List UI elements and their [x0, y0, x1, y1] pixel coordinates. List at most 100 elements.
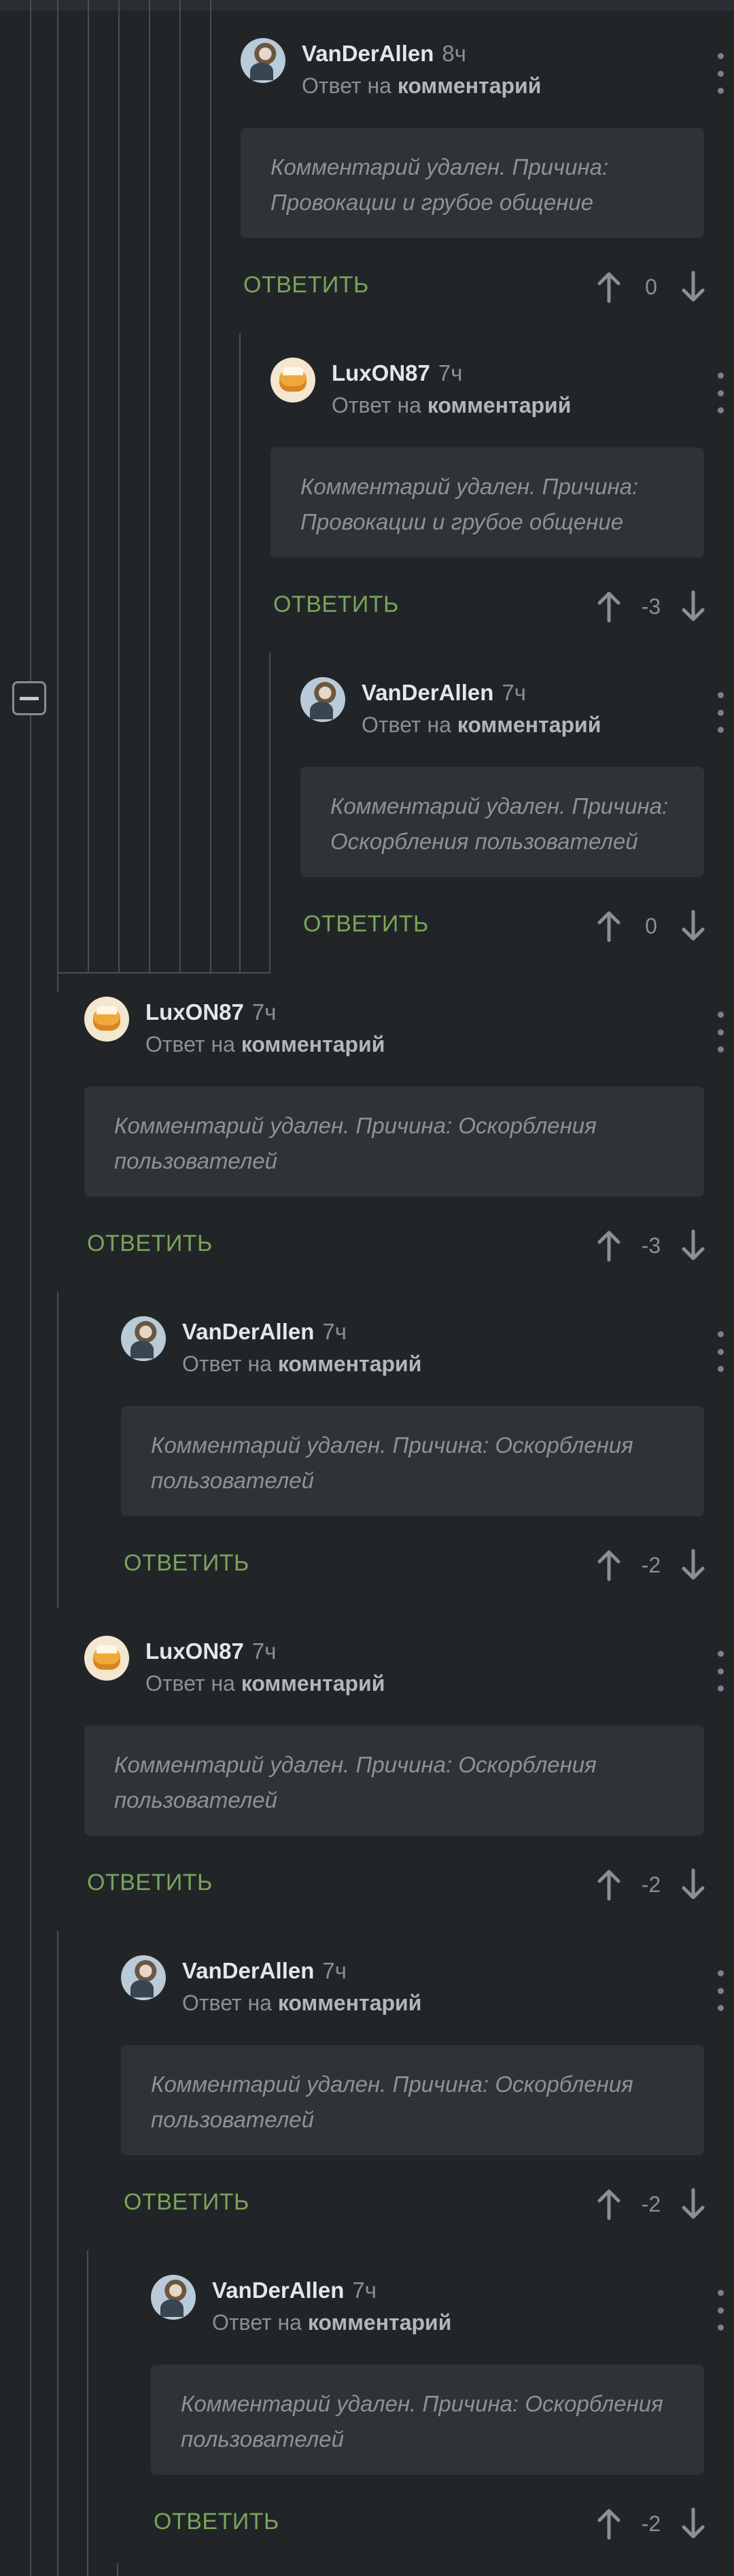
arrow-up-icon[interactable]	[595, 2187, 623, 2221]
avatar-luxon87[interactable]	[270, 358, 315, 402]
more-vertical-icon[interactable]	[712, 1651, 729, 1691]
thread-line	[87, 2250, 88, 2576]
arrow-up-icon[interactable]	[595, 909, 623, 943]
comment-text: Комментарий удален. Причина: Оскорбления…	[121, 1406, 704, 1516]
reply-info: Ответ на комментарий	[182, 1991, 422, 2015]
thread-line	[179, 0, 181, 972]
arrow-down-icon[interactable]	[680, 589, 707, 623]
comment-author[interactable]: VanDerAllen 7ч	[182, 1319, 347, 1345]
comment: VanDerAllen 7ч Ответ на комментарий Комме…	[300, 662, 734, 946]
arrow-down-icon[interactable]	[680, 270, 707, 304]
comment-author[interactable]: LuxON87 7ч	[145, 1638, 276, 1664]
arrow-up-icon[interactable]	[595, 1229, 623, 1263]
more-vertical-icon[interactable]	[712, 373, 729, 413]
vote-controls: -2	[595, 2184, 707, 2225]
reply-target-link[interactable]: комментарий	[308, 2310, 452, 2335]
avatar-vanderallen[interactable]	[121, 1955, 166, 2000]
vote-controls: -3	[595, 1225, 707, 1266]
comment-time: 8ч	[442, 41, 466, 66]
comment: LuxON87 7ч Ответ на комментарий Комментар…	[270, 343, 734, 627]
avatar-vanderallen[interactable]	[300, 677, 345, 722]
arrow-down-icon[interactable]	[680, 909, 707, 943]
reply-target-link[interactable]: комментарий	[278, 1352, 422, 1376]
more-vertical-icon[interactable]	[712, 692, 729, 733]
reply-button[interactable]: ОТВЕТИТЬ	[243, 272, 369, 298]
reply-target-link[interactable]: комментарий	[241, 1032, 385, 1057]
vote-controls: 0	[595, 267, 707, 307]
reply-info: Ответ на комментарий	[145, 1032, 385, 1057]
more-vertical-icon[interactable]	[712, 1970, 729, 2011]
comment-author[interactable]: VanDerAllen 7ч	[212, 2278, 377, 2303]
avatar-luxon87[interactable]	[84, 1636, 129, 1681]
arrow-up-icon[interactable]	[595, 2507, 623, 2541]
reply-info: Ответ на комментарий	[332, 393, 572, 417]
avatar-luxon87[interactable]	[84, 997, 129, 1042]
thread-line	[57, 972, 58, 993]
comment-text: Комментарий удален. Причина: Провокации …	[241, 128, 704, 238]
avatar-vanderallen[interactable]	[151, 2275, 196, 2320]
comment-score: -3	[641, 1233, 661, 1258]
thread-line	[57, 1292, 58, 1608]
arrow-down-icon[interactable]	[680, 2187, 707, 2221]
collapse-thread-button[interactable]	[12, 681, 46, 715]
comment-score: -2	[641, 2511, 661, 2536]
thread-line	[88, 0, 89, 972]
comment-score: 0	[645, 274, 657, 299]
thread-line	[117, 2563, 118, 2576]
vote-controls: -3	[595, 586, 707, 627]
thread-line	[57, 1931, 58, 2576]
reply-button[interactable]: ОТВЕТИТЬ	[273, 591, 399, 618]
reply-info: Ответ на комментарий	[145, 1671, 385, 1696]
comment-score: -2	[641, 1552, 661, 1577]
reply-button[interactable]: ОТВЕТИТЬ	[124, 2189, 249, 2216]
arrow-up-icon[interactable]	[595, 1868, 623, 1902]
comment: VanDerAllen 8ч Ответ на комментарий Комме…	[241, 23, 734, 307]
thread-line	[30, 0, 31, 2576]
comment-time: 7ч	[322, 1958, 347, 1983]
comment-author[interactable]: VanDerAllen 7ч	[362, 680, 526, 706]
arrow-up-icon[interactable]	[595, 1548, 623, 1582]
reply-target-link[interactable]: комментарий	[457, 712, 601, 737]
comment-text: Комментарий удален. Причина: Оскорбления…	[121, 2045, 704, 2155]
reply-info: Ответ на комментарий	[212, 2310, 452, 2335]
more-vertical-icon[interactable]	[712, 2290, 729, 2331]
reply-button[interactable]: ОТВЕТИТЬ	[87, 1870, 213, 1896]
comment: VanDerAllen 7ч Ответ на комментарий Комме…	[121, 1301, 734, 1585]
reply-button[interactable]: ОТВЕТИТЬ	[154, 2509, 279, 2535]
arrow-down-icon[interactable]	[680, 1229, 707, 1263]
reply-target-link[interactable]: комментарий	[398, 73, 542, 98]
comment-author[interactable]: VanDerAllen 7ч	[182, 1958, 347, 1984]
comment-score: 0	[645, 913, 657, 938]
arrow-down-icon[interactable]	[680, 1868, 707, 1902]
comment-score: -2	[641, 1872, 661, 1897]
reply-target-link[interactable]: комментарий	[427, 393, 572, 417]
more-vertical-icon[interactable]	[712, 1012, 729, 1052]
thread-line	[239, 333, 241, 972]
comment-time: 7ч	[502, 680, 526, 705]
comment: VanDerAllen 7ч Ответ на комментарий Комме…	[151, 2260, 734, 2544]
thread-line	[149, 0, 150, 972]
avatar-vanderallen[interactable]	[241, 38, 285, 83]
more-vertical-icon[interactable]	[712, 53, 729, 94]
arrow-up-icon[interactable]	[595, 589, 623, 623]
more-vertical-icon[interactable]	[712, 1331, 729, 1372]
vote-controls: -2	[595, 1545, 707, 1585]
arrow-down-icon[interactable]	[680, 1548, 707, 1582]
comment-author[interactable]: VanDerAllen 8ч	[302, 41, 466, 67]
reply-button[interactable]: ОТВЕТИТЬ	[87, 1231, 213, 1257]
vote-controls: 0	[595, 906, 707, 946]
comment-author[interactable]: LuxON87 7ч	[332, 360, 462, 386]
reply-info: Ответ на комментарий	[302, 73, 542, 98]
reply-target-link[interactable]: комментарий	[278, 1991, 422, 2015]
reply-button[interactable]: ОТВЕТИТЬ	[124, 1550, 249, 1577]
comment: LuxON87 7ч Ответ на комментарий Комментар…	[84, 1621, 734, 1905]
comment-time: 7ч	[251, 1638, 277, 1664]
top-bar	[0, 0, 734, 11]
comment-author[interactable]: LuxON87 7ч	[145, 999, 276, 1025]
arrow-down-icon[interactable]	[680, 2507, 707, 2541]
reply-target-link[interactable]: комментарий	[241, 1671, 385, 1696]
reply-button[interactable]: ОТВЕТИТЬ	[303, 911, 429, 938]
arrow-up-icon[interactable]	[595, 270, 623, 304]
avatar-vanderallen[interactable]	[121, 1316, 166, 1361]
comment-text: Комментарий удален. Причина: Оскорбления…	[84, 1725, 704, 1836]
